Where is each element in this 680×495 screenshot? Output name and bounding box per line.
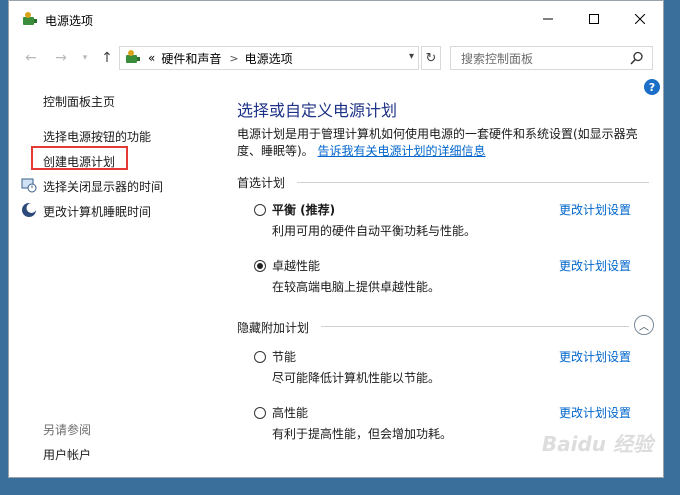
plan-power-saver-name[interactable]: 节能 [272,348,296,365]
power-options-icon [23,12,37,25]
search-icon [630,51,643,65]
back-button[interactable]: ← [21,49,41,67]
section-divider [297,182,649,183]
arrow-right-icon: → [55,50,67,66]
breadcrumb-separator[interactable]: > [229,52,238,65]
plan-power-saver-radio[interactable] [254,351,266,363]
window-title: 电源选项 [45,14,94,28]
search-box[interactable] [450,46,653,70]
plan-high-performance-name[interactable]: 高性能 [272,404,308,421]
change-plan-settings-link[interactable]: 更改计划设置 [559,201,631,218]
create-power-plan-link[interactable]: 创建电源计划 [43,153,115,170]
change-plan-settings-link[interactable]: 更改计划设置 [559,257,631,274]
breadcrumb-overflow[interactable]: « [148,51,155,65]
close-icon [635,14,645,24]
chevron-down-icon: ▾ [82,53,88,63]
plan-ultimate-name[interactable]: 卓越性能 [272,257,320,274]
display-off-time-link[interactable]: 选择关闭显示器的时间 [43,178,163,195]
see-also-heading: 另请参阅 [43,423,92,437]
refresh-icon: ↻ [425,50,437,66]
arrow-up-icon: ↑ [101,50,113,66]
navigation-bar: ← → ▾ ↑ « 硬件和声音 > 电源选项 ▾ ↻ [9,41,663,75]
plan-power-saver-desc: 尽可能降低计算机性能以节能。 [272,371,441,385]
plan-balanced-radio[interactable] [254,204,266,216]
change-plan-settings-link[interactable]: 更改计划设置 [559,348,631,365]
up-button[interactable]: ↑ [97,49,117,67]
breadcrumb-power-options[interactable]: 电源选项 [245,50,293,67]
baidu-watermark: Baidu 经验 [541,432,653,456]
plan-high-performance-radio[interactable] [254,407,266,419]
maximize-button[interactable] [571,1,617,37]
plan-ultimate-radio[interactable] [254,260,266,272]
title-bar: 电源选项 [9,1,663,37]
preferred-plans-heading: 首选计划 [237,176,286,190]
forward-button[interactable]: → [51,49,71,67]
sleep-moon-icon [22,203,37,217]
display-timer-icon [21,178,37,193]
control-panel-home-link[interactable]: 控制面板主页 [43,93,115,110]
learn-more-link[interactable]: 告诉我有关电源计划的详细信息 [318,144,486,158]
search-input[interactable] [459,48,623,70]
section-divider [321,326,629,327]
chevron-down-icon[interactable]: ▾ [409,51,414,62]
recent-locations-button[interactable]: ▾ [79,49,91,67]
control-panel-icon [126,50,140,63]
plan-balanced-desc: 利用可用的硬件自动平衡功耗与性能。 [272,224,477,238]
hidden-plans-heading: 隐藏附加计划 [237,321,310,335]
choose-power-button-link[interactable]: 选择电源按钮的功能 [43,128,151,145]
chevron-up-icon: ︿ [639,321,649,333]
maximize-icon [589,14,599,24]
question-mark-icon: ? [648,80,656,94]
refresh-button[interactable]: ↻ [421,46,441,70]
minimize-icon [543,18,553,20]
minimize-button[interactable] [525,1,571,37]
page-description: 电源计划是用于管理计算机如何使用电源的一套硬件和系统设置(如显示器亮度、睡眠等)… [237,126,657,160]
power-options-window: 电源选项 ← → ▾ ↑ « 硬件和声音 > 电源选项 ▾ ↻ 搜索控制面板 ?… [8,0,664,478]
plan-ultimate-desc: 在较高端电脑上提供卓越性能。 [272,280,441,294]
address-bar[interactable]: « 硬件和声音 > 电源选项 ▾ [119,46,419,70]
arrow-left-icon: ← [25,50,37,66]
help-button[interactable]: ? [644,79,660,95]
close-button[interactable] [617,1,663,37]
sleep-time-link[interactable]: 更改计算机睡眠时间 [43,203,151,220]
breadcrumb-hardware-sound[interactable]: 硬件和声音 [161,50,221,67]
change-plan-settings-link[interactable]: 更改计划设置 [559,404,631,421]
page-heading: 选择或自定义电源计划 [237,101,398,120]
collapse-button[interactable]: ︿ [634,315,654,335]
plan-balanced-name[interactable]: 平衡 (推荐) [272,201,335,218]
user-accounts-link[interactable]: 用户帐户 [43,446,91,463]
plan-high-performance-desc: 有利于提高性能，但会增加功耗。 [272,427,453,441]
